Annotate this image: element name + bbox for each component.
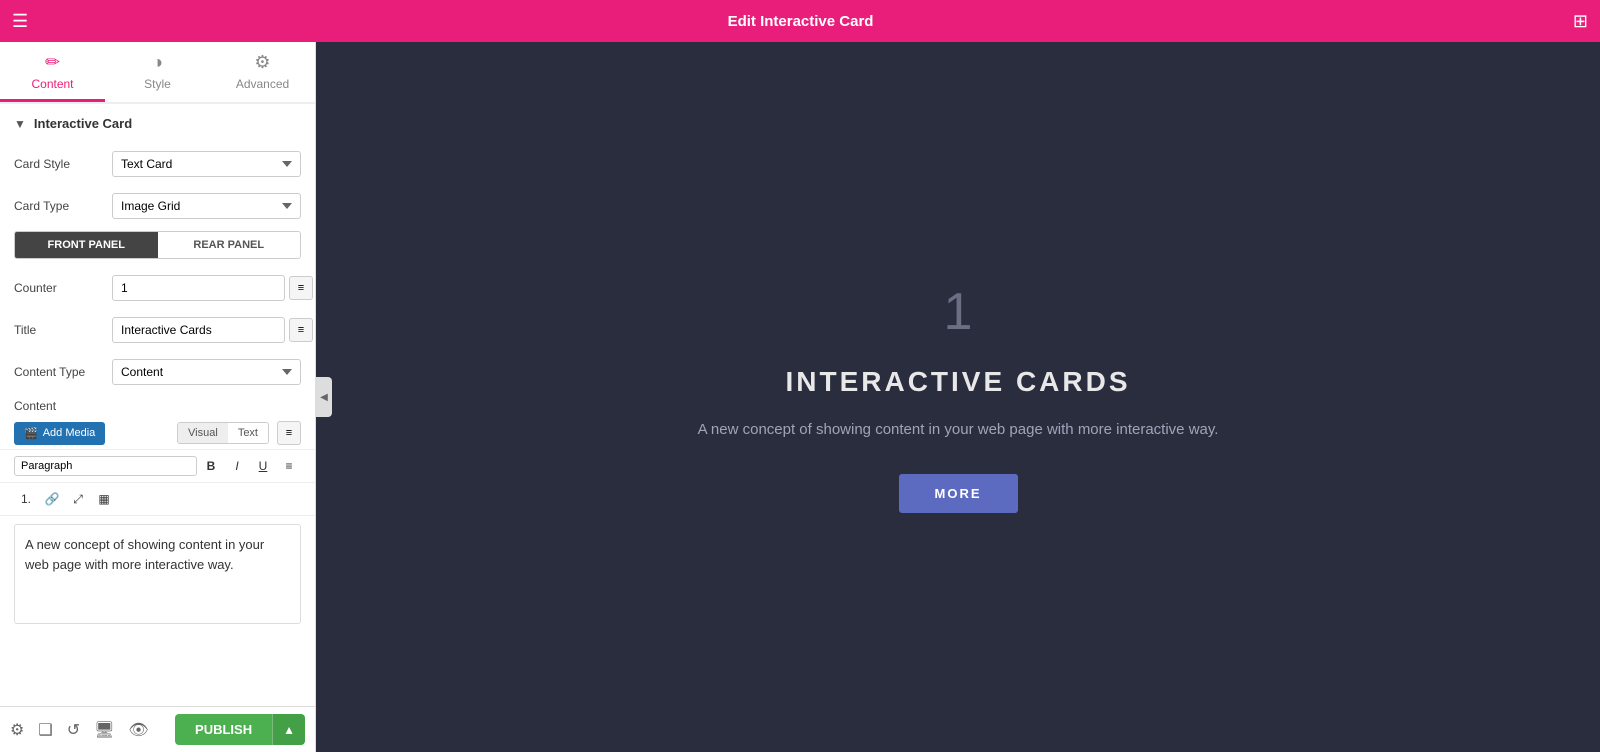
- italic-button[interactable]: I: [225, 454, 249, 478]
- publish-arrow-button[interactable]: ▲: [272, 714, 305, 745]
- advanced-icon: ⚙: [254, 52, 270, 73]
- content-type-select[interactable]: Content Template Media: [112, 359, 301, 385]
- section-arrow: ▼: [14, 117, 26, 131]
- tab-advanced-label: Advanced: [236, 77, 289, 91]
- panel-switch: FRONT PANEL REAR PANEL: [14, 231, 301, 259]
- link-button[interactable]: 🔗: [40, 487, 64, 511]
- visual-tab[interactable]: Visual: [178, 423, 228, 443]
- panel-content: ▼ Interactive Card Card Style Text Card …: [0, 104, 315, 706]
- view-controls: Visual Text ≡: [177, 421, 301, 445]
- layers-icon[interactable]: ❑: [38, 720, 52, 740]
- style-icon: ◑: [152, 52, 163, 73]
- list-button[interactable]: ≡: [277, 454, 301, 478]
- counter-row: Counter ≡: [0, 267, 315, 309]
- ordered-list-button[interactable]: 1.: [14, 487, 38, 511]
- grid-icon: ⊞: [1573, 11, 1588, 32]
- card-type-control: Image Grid Flip Card Hover Card: [112, 193, 301, 219]
- section-title: Interactive Card: [34, 116, 132, 131]
- tab-style[interactable]: ◑ Style: [105, 42, 210, 102]
- title-control: ≡: [112, 317, 313, 343]
- title-input[interactable]: [112, 317, 285, 343]
- bottom-icons: ⚙ ❑ ↺ 🖥 👁: [10, 720, 149, 740]
- publish-group: PUBLISH ▲: [175, 714, 305, 745]
- card-style-control: Text Card Image Card Icon Card: [112, 151, 301, 177]
- content-type-label: Content Type: [14, 365, 104, 379]
- fullscreen-button[interactable]: ⤢: [66, 487, 90, 511]
- counter-input[interactable]: [112, 275, 285, 301]
- counter-label: Counter: [14, 281, 104, 295]
- paragraph-select[interactable]: Paragraph Heading 1 Heading 2 Heading 3: [14, 456, 197, 476]
- editor-tools-row: 1. 🔗 ⤢ ▦: [0, 483, 315, 516]
- top-bar: ☰ Edit Interactive Card ⊞: [0, 0, 1600, 42]
- preview-more-button[interactable]: MORE: [899, 474, 1018, 513]
- preview-icon[interactable]: 👁: [128, 720, 148, 740]
- content-type-control: Content Template Media: [112, 359, 301, 385]
- editor-tabs: ✏ Content ◑ Style ⚙ Advanced: [0, 42, 315, 104]
- grid-button[interactable]: ⊞: [1573, 11, 1588, 32]
- preview-content: 1 INTERACTIVE CARDS A new concept of sho…: [658, 242, 1259, 553]
- text-tab[interactable]: Text: [228, 423, 268, 443]
- add-media-icon: 🎬: [24, 427, 38, 440]
- rear-panel-btn[interactable]: REAR PANEL: [158, 232, 301, 258]
- content-icon: ✏: [45, 52, 60, 73]
- front-panel-btn[interactable]: FRONT PANEL: [15, 232, 158, 258]
- preview-area: ◀ 1 INTERACTIVE CARDS A new concept of s…: [316, 42, 1600, 752]
- editor-options-btn[interactable]: ≡: [277, 421, 301, 445]
- bottom-bar: ⚙ ❑ ↺ 🖥 👁 PUBLISH ▲: [0, 706, 315, 752]
- content-label: Content: [0, 393, 315, 417]
- editor-area[interactable]: A new concept of showing content in your…: [14, 524, 301, 624]
- card-style-row: Card Style Text Card Image Card Icon Car…: [0, 143, 315, 185]
- underline-button[interactable]: U: [251, 454, 275, 478]
- content-type-row: Content Type Content Template Media: [0, 351, 315, 393]
- editor-toolbar-top: 🎬 Add Media Visual Text ≡: [0, 417, 315, 449]
- card-style-label: Card Style: [14, 157, 104, 171]
- view-tabs: Visual Text: [177, 422, 269, 444]
- editor-content: A new concept of showing content in your…: [25, 537, 264, 572]
- editor-format-bar: Paragraph Heading 1 Heading 2 Heading 3 …: [0, 449, 315, 483]
- tab-style-label: Style: [144, 77, 171, 91]
- preview-counter: 1: [698, 282, 1219, 342]
- card-type-select[interactable]: Image Grid Flip Card Hover Card: [112, 193, 301, 219]
- section-header[interactable]: ▼ Interactive Card: [0, 104, 315, 143]
- collapse-handle[interactable]: ◀: [316, 377, 332, 417]
- menu-icon: ☰: [12, 11, 28, 32]
- counter-options-btn[interactable]: ≡: [289, 276, 313, 300]
- title-options-btn[interactable]: ≡: [289, 318, 313, 342]
- add-media-button[interactable]: 🎬 Add Media: [14, 422, 105, 445]
- card-style-select[interactable]: Text Card Image Card Icon Card: [112, 151, 301, 177]
- main-layout: ✏ Content ◑ Style ⚙ Advanced ▼ Interacti…: [0, 42, 1600, 752]
- left-panel: ✏ Content ◑ Style ⚙ Advanced ▼ Interacti…: [0, 42, 316, 752]
- bold-button[interactable]: B: [199, 454, 223, 478]
- preview-description: A new concept of showing content in your…: [698, 418, 1219, 442]
- publish-button[interactable]: PUBLISH: [175, 714, 272, 745]
- preview-title: INTERACTIVE CARDS: [698, 366, 1219, 398]
- responsive-icon[interactable]: 🖥: [94, 720, 114, 740]
- card-type-row: Card Type Image Grid Flip Card Hover Car…: [0, 185, 315, 227]
- page-title: Edit Interactive Card: [728, 13, 874, 30]
- settings-icon[interactable]: ⚙: [10, 720, 24, 740]
- menu-button[interactable]: ☰: [12, 11, 28, 32]
- tab-advanced[interactable]: ⚙ Advanced: [210, 42, 315, 102]
- add-media-label: Add Media: [43, 427, 96, 439]
- tab-content-label: Content: [31, 77, 73, 91]
- card-type-label: Card Type: [14, 199, 104, 213]
- history-icon[interactable]: ↺: [67, 720, 80, 740]
- tab-content[interactable]: ✏ Content: [0, 42, 105, 102]
- counter-control: ≡: [112, 275, 313, 301]
- table-button[interactable]: ▦: [92, 487, 116, 511]
- title-row: Title ≡: [0, 309, 315, 351]
- title-label: Title: [14, 323, 104, 337]
